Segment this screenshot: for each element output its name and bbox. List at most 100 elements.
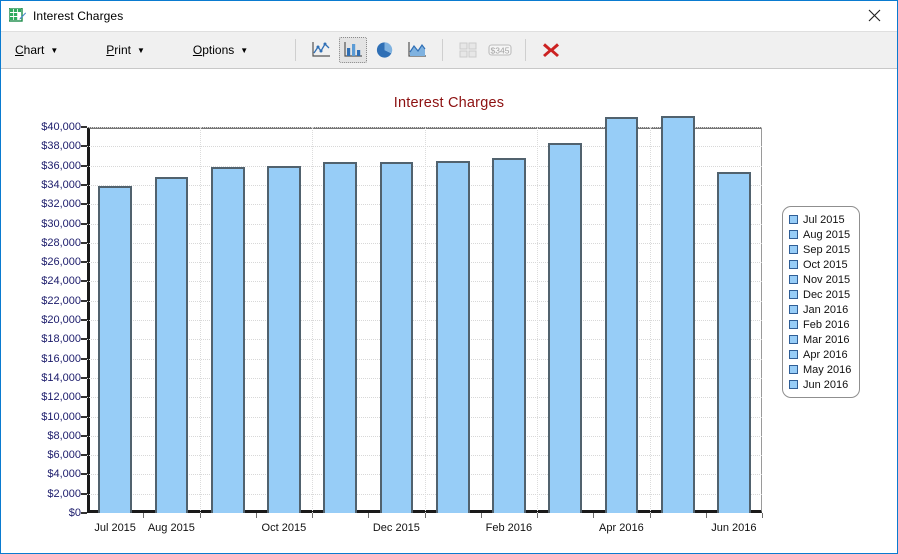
y-axis-tick-label: $10,000: [41, 410, 81, 423]
legend-item-label: May 2016: [803, 363, 852, 376]
chart-bar[interactable]: [717, 172, 751, 513]
legend-item-label: Aug 2015: [803, 228, 851, 241]
legend-item[interactable]: Aug 2015: [783, 227, 859, 242]
chart-bar[interactable]: [379, 161, 414, 513]
y-axis-tick-label: $4,000: [47, 468, 81, 481]
legend-swatch-icon: [789, 350, 798, 359]
legend-item[interactable]: Jul 2015: [783, 212, 859, 227]
menu-print-label: rint: [114, 43, 131, 57]
chart-title: Interest Charges: [393, 95, 505, 111]
chart-bar[interactable]: [210, 166, 245, 513]
y-axis-tick-label: $14,000: [41, 371, 81, 384]
bar-chart-icon: [343, 41, 363, 59]
legend-swatch-icon: [789, 305, 798, 314]
chart-bar[interactable]: [98, 185, 132, 513]
grid-table-icon: [459, 42, 477, 58]
window-close-button[interactable]: [851, 1, 897, 30]
toolbar-separator: [525, 39, 527, 61]
legend-item[interactable]: May 2016: [783, 362, 859, 377]
legend-item-label: Oct 2015: [803, 258, 848, 271]
y-axis-tick-label: $36,000: [41, 159, 81, 172]
legend-item[interactable]: Jun 2016: [783, 377, 859, 392]
y-axis-tick-label: $24,000: [41, 275, 81, 288]
legend-swatch-icon: [789, 335, 798, 344]
y-axis-tick-label: $20,000: [41, 314, 81, 326]
legend-item[interactable]: Feb 2016: [783, 317, 859, 332]
x-axis-tick: [762, 513, 763, 518]
chart-bar[interactable]: [604, 117, 639, 513]
title-bar: Interest Charges: [1, 1, 897, 31]
legend-swatch-icon: [789, 380, 798, 389]
toolbar-separator: [442, 39, 444, 61]
y-axis-tick-label: $32,000: [41, 198, 81, 211]
chevron-down-icon: ▼: [240, 46, 249, 55]
legend-swatch-icon: [789, 260, 798, 269]
legend-item[interactable]: Dec 2015: [783, 287, 859, 302]
legend-item-label: Jul 2015: [803, 213, 845, 226]
y-axis-tick-label: $18,000: [41, 333, 81, 346]
y-axis-tick-label: $6,000: [47, 449, 81, 462]
y-axis-tick-label: $34,000: [41, 178, 81, 191]
toolbar-separator: [295, 39, 297, 61]
x-axis-tick: [424, 513, 426, 518]
pie-chart-button[interactable]: [371, 37, 399, 63]
chart-bar[interactable]: [435, 160, 470, 513]
legend-swatch-icon: [789, 275, 798, 284]
chart-bar[interactable]: [660, 116, 695, 513]
legend-item[interactable]: Apr 2016: [783, 347, 859, 362]
x-axis-tick: [649, 513, 651, 518]
legend-swatch-icon: [789, 365, 798, 374]
y-axis-tick-label: $16,000: [41, 352, 81, 365]
numbers-345-icon: $345: [488, 42, 512, 58]
y-axis: $0 $2,000 $4,000 $6,000 $8,000 $10,000 $12,000…: [1, 121, 87, 519]
svg-text:$345: $345: [491, 45, 510, 55]
spreadsheet-pen-icon: [8, 7, 26, 24]
area-chart-button[interactable]: [403, 37, 431, 63]
legend-item[interactable]: Sep 2015: [783, 242, 859, 257]
chart-bar[interactable]: [492, 157, 526, 513]
bar-chart-button[interactable]: [339, 37, 368, 63]
menu-options[interactable]: Options ▼: [183, 39, 258, 61]
plot-area: [87, 116, 762, 513]
y-axis-tick-label: $12,000: [41, 391, 81, 404]
x-axis-tick-label: Oct 2015: [261, 522, 307, 534]
legend-item-label: Mar 2016: [803, 333, 850, 346]
chart-bar[interactable]: [323, 161, 357, 513]
gridline-vertical: [537, 127, 538, 513]
close-chart-button[interactable]: [537, 37, 565, 63]
legend-item-label: Feb 2016: [803, 318, 850, 331]
x-axis-tick: [593, 513, 595, 518]
legend-item-label: Dec 2015: [803, 288, 851, 301]
x-axis: Jul 2015 Aug 2015 Oct 2015 Dec 2015 Feb 2016…: [87, 513, 763, 549]
grid-table-button[interactable]: [454, 37, 482, 63]
legend-item[interactable]: Jan 2016: [783, 302, 859, 317]
legend-item-label: Apr 2016: [803, 348, 848, 361]
chevron-down-icon: ▼: [136, 46, 145, 55]
x-axis-tick: [312, 513, 313, 518]
chart-bar[interactable]: [267, 165, 301, 513]
line-chart-button[interactable]: [307, 37, 335, 63]
menu-print[interactable]: Print ▼: [96, 39, 155, 61]
x-axis-tick-label: Aug 2015: [147, 522, 195, 534]
y-axis-tick-label: $30,000: [41, 217, 81, 230]
legend-swatch-icon: [789, 215, 798, 224]
legend-item[interactable]: Oct 2015: [783, 257, 859, 272]
legend-item[interactable]: Nov 2015: [783, 272, 859, 287]
chart-bar[interactable]: [154, 177, 189, 513]
x-axis-tick-label: Feb 2016: [485, 522, 533, 534]
y-axis-tick-label: $38,000: [41, 140, 81, 153]
menu-print-mnemonic: P: [106, 43, 115, 57]
y-axis-tick-label: $28,000: [41, 236, 81, 249]
legend-item[interactable]: Mar 2016: [783, 332, 859, 347]
numbers-button[interactable]: $345: [486, 37, 514, 63]
legend-swatch-icon: [789, 290, 798, 299]
menu-options-mnemonic: O: [192, 43, 203, 57]
y-axis-tick-label: $26,000: [41, 256, 81, 269]
y-axis-tick-label: $0: [68, 507, 81, 519]
chart-bar[interactable]: [548, 143, 582, 513]
area-chart-icon: [407, 41, 427, 59]
x-axis-tick: [255, 513, 257, 518]
y-axis-tick-label: $2,000: [47, 487, 81, 500]
x-axis-tick-label: Dec 2015: [372, 522, 420, 534]
menu-chart[interactable]: Chart ▼: [5, 39, 68, 61]
